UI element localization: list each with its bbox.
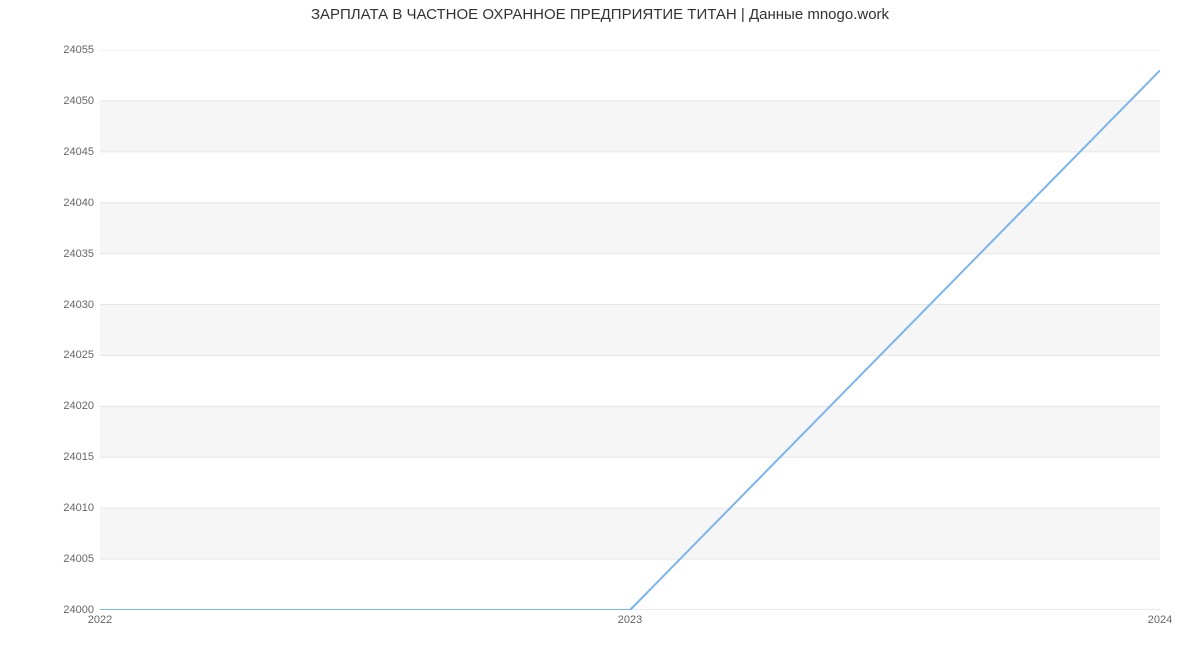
x-tick-label: 2024 [1148,614,1172,626]
chart-title: ЗАРПЛАТА В ЧАСТНОЕ ОХРАННОЕ ПРЕДПРИЯТИЕ … [0,6,1200,23]
y-tick-label: 24020 [14,400,94,412]
plot-area [100,50,1160,610]
y-tick-label: 24010 [14,502,94,514]
y-tick-label: 24035 [14,248,94,260]
y-tick-label: 24005 [14,553,94,565]
y-tick-label: 24040 [14,197,94,209]
y-tick-label: 24015 [14,451,94,463]
y-tick-label: 24030 [14,299,94,311]
x-tick-label: 2023 [618,614,642,626]
chart-svg [100,50,1160,610]
y-tick-label: 24055 [14,44,94,56]
y-tick-label: 24050 [14,95,94,107]
x-tick-label: 2022 [88,614,112,626]
chart-container: ЗАРПЛАТА В ЧАСТНОЕ ОХРАННОЕ ПРЕДПРИЯТИЕ … [0,0,1200,650]
y-tick-label: 24045 [14,146,94,158]
y-tick-label: 24025 [14,349,94,361]
y-tick-label: 24000 [14,604,94,616]
